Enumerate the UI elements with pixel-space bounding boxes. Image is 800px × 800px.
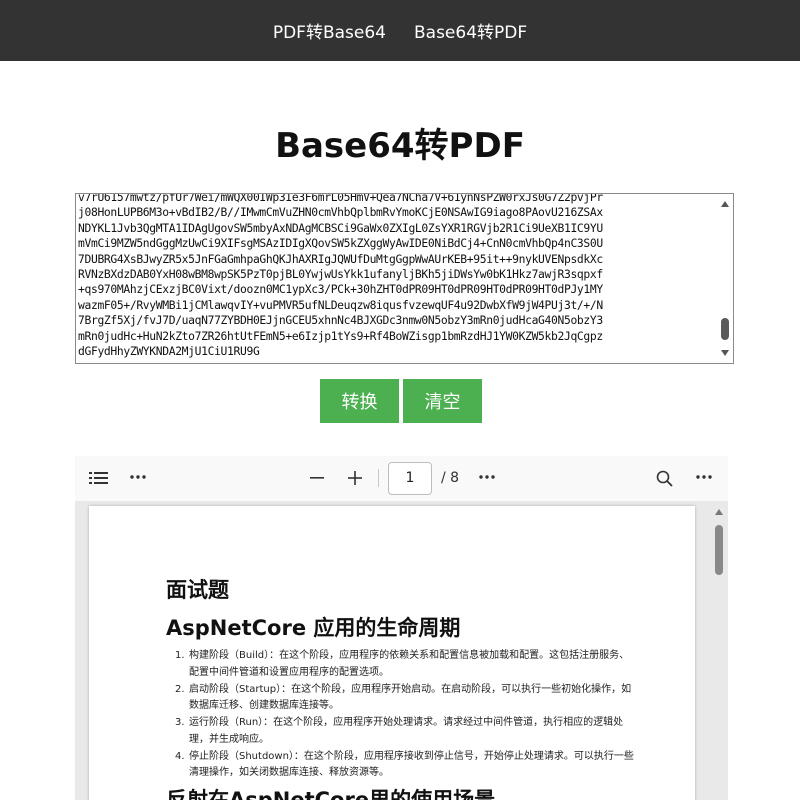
scroll-up-arrow-icon[interactable] xyxy=(721,201,729,207)
scroll-down-arrow-icon[interactable] xyxy=(721,350,729,356)
search-icon[interactable] xyxy=(656,470,673,487)
pdf-heading-3: 反射在AspNetCore里的使用场景 xyxy=(166,788,496,800)
convert-button[interactable]: 转换 xyxy=(320,379,399,423)
pdf-page: 面试题 AspNetCore 应用的生命周期 1. 构建阶段（Build）：在这个… xyxy=(89,506,695,800)
top-nav: PDF转Base64 Base64转PDF xyxy=(0,0,800,61)
more-tools-icon[interactable] xyxy=(696,474,712,480)
pdf-viewer-toolbar: 1 / 8 xyxy=(75,456,728,501)
textarea-scrollbar[interactable] xyxy=(717,194,733,363)
list-item: 4. 停止阶段（Shutdown）：在这个阶段，应用程序接收到停止信号，开始停止处… xyxy=(175,750,634,779)
sidebar-toggle-icon[interactable] xyxy=(89,470,109,486)
scrollbar-thumb[interactable] xyxy=(721,318,729,340)
more-page-options-icon[interactable] xyxy=(479,474,495,480)
list-item: 2. 启动阶段（Startup）：在这个阶段，应用程序开始启动。在启动阶段，可以执… xyxy=(175,683,632,712)
zoom-out-icon[interactable] xyxy=(310,471,324,485)
pdf-viewer-body[interactable]: 面试题 AspNetCore 应用的生命周期 1. 构建阶段（Build）：在这个… xyxy=(75,501,728,800)
scroll-up-arrow-icon[interactable] xyxy=(715,509,723,515)
nav-link-pdf-to-base64[interactable]: PDF转Base64 xyxy=(259,18,400,43)
pdf-viewer: 1 / 8 面试题 AspNetCore 应用的生命周期 1. 构建阶段（Buil… xyxy=(75,456,728,800)
page-title: Base64转PDF xyxy=(275,126,525,166)
page-total-label: / 8 xyxy=(441,470,460,486)
list-item: 1. 构建阶段（Build）：在这个阶段，应用程序的依赖关系和配置信息被加载和配置… xyxy=(175,650,630,678)
pdf-lifecycle-list: 1. 构建阶段（Build）：在这个阶段，应用程序的依赖关系和配置信息被加载和配置… xyxy=(175,648,635,782)
base64-textarea-content[interactable]: v7rU6157mwtz/pfUr7Wei/mWQX00IWp3Ie3F6mrL… xyxy=(78,194,714,363)
pdf-heading-2: AspNetCore 应用的生命周期 xyxy=(166,616,461,640)
clear-button[interactable]: 清空 xyxy=(403,379,482,423)
page-number-input[interactable]: 1 xyxy=(388,462,432,495)
pdf-heading-1: 面试题 xyxy=(166,578,229,602)
zoom-in-icon[interactable] xyxy=(348,471,362,485)
scrollbar-thumb[interactable] xyxy=(715,525,723,575)
pdf-viewer-scrollbar[interactable] xyxy=(710,501,728,800)
list-item: 3. 运行阶段（Run）：在这个阶段，应用程序开始处理请求。请求经过中间件管道，执… xyxy=(175,717,624,745)
nav-link-base64-to-pdf[interactable]: Base64转PDF xyxy=(400,18,541,43)
more-options-icon[interactable] xyxy=(130,474,146,480)
toolbar-divider xyxy=(378,469,379,487)
base64-textarea[interactable]: v7rU6157mwtz/pfUr7Wei/mWQX00IWp3Ie3F6mrL… xyxy=(75,193,734,364)
